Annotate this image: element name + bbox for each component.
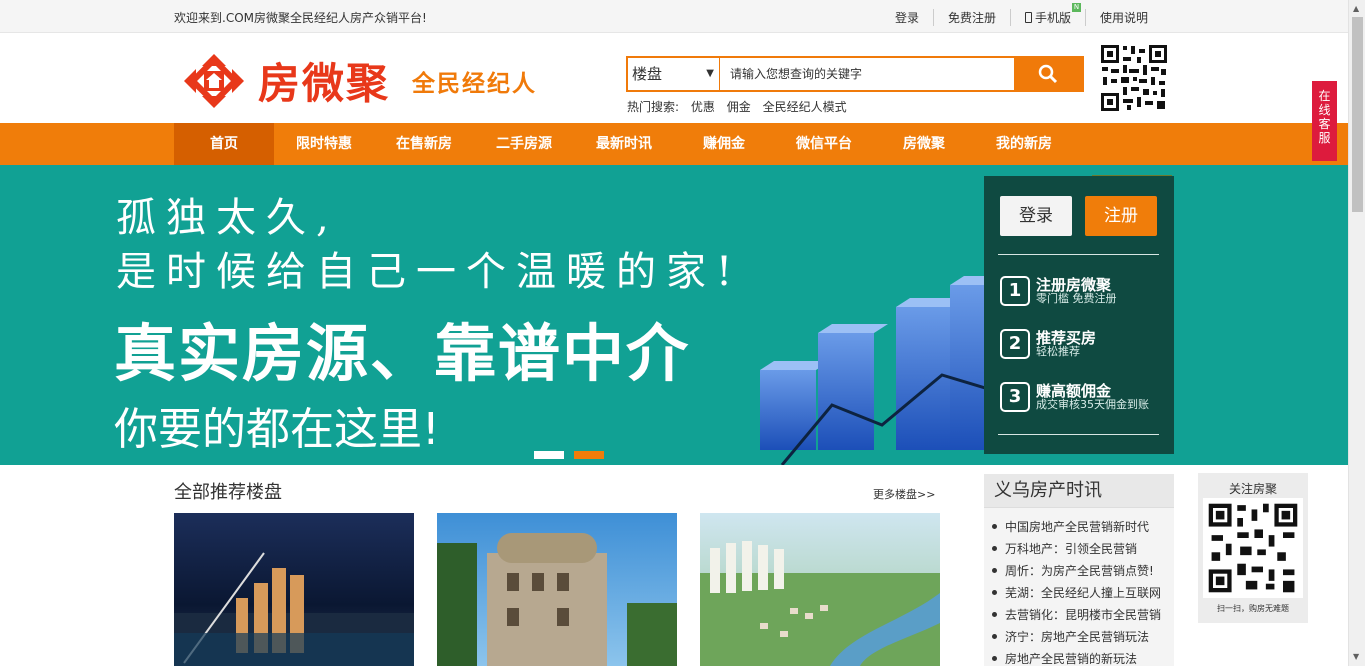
news-item[interactable]: 济宁：房地产全民营销玩法 <box>992 626 1174 648</box>
news-item[interactable]: 房地产全民营销的新玩法 <box>992 648 1174 670</box>
logo-subtitle: 全民经纪人 <box>412 70 538 97</box>
banner-tagline: 你要的都在这里! <box>114 404 440 455</box>
online-service-button[interactable]: 在线客服 <box>1312 81 1337 161</box>
main-nav: 首页 限时特惠 在售新房 二手房源 最新时讯 赚佣金 微信平台 房微聚 我的新房 <box>0 123 1348 165</box>
search-bar: 楼盘 ▼ 请输入您想查询的关键字 <box>626 56 1084 92</box>
page-scrollbar[interactable]: ▲ ▼ <box>1348 0 1365 666</box>
search-button[interactable] <box>1014 58 1082 90</box>
aerial-community-image-icon <box>700 541 940 666</box>
hot-term[interactable]: 佣金 <box>727 100 751 114</box>
help-link[interactable]: 使用说明 <box>1084 9 1162 26</box>
top-links: 登录 免费注册 手机版 N 使用说明 <box>881 3 1162 26</box>
news-item[interactable]: 中国房地产全民营销新时代 <box>992 516 1174 538</box>
news-title: 义乌房产时讯 <box>984 474 1174 508</box>
listing-card-2[interactable] <box>437 513 677 666</box>
login-link[interactable]: 登录 <box>881 9 933 26</box>
step-number: 3 <box>1000 382 1030 412</box>
step-subtitle: 成交审核35天佣金到账 <box>1036 398 1149 411</box>
phone-icon <box>1024 12 1032 23</box>
nav-my-homes[interactable]: 我的新房 <box>974 123 1074 165</box>
step-subtitle: 轻松推荐 <box>1036 345 1080 358</box>
register-link[interactable]: 免费注册 <box>932 9 1010 26</box>
hot-search: 热门搜索: 优惠 佣金 全民经纪人模式 <box>627 98 855 115</box>
scroll-up-icon[interactable]: ▲ <box>1353 4 1359 13</box>
dropdown-arrow-icon: ▼ <box>706 68 714 79</box>
scrollbar-thumb[interactable] <box>1352 17 1363 212</box>
nav-wechat[interactable]: 微信平台 <box>774 123 874 165</box>
scroll-down-icon[interactable]: ▼ <box>1353 652 1359 661</box>
section-title: 全部推荐楼盘 <box>174 482 282 503</box>
nav-brand[interactable]: 房微聚 <box>874 123 974 165</box>
slide-dot-2[interactable] <box>574 451 604 459</box>
night-towers-image-icon <box>174 552 414 666</box>
search-category-select[interactable]: 楼盘 ▼ <box>628 58 720 90</box>
logo-mark-icon <box>184 53 244 108</box>
nav-new-homes[interactable]: 在售新房 <box>374 123 474 165</box>
follow-qr-code-icon <box>1203 498 1303 598</box>
news-item[interactable]: 周忻：为房产全民营销点赞! <box>992 560 1174 582</box>
logo-name: 房微聚 <box>258 59 391 108</box>
nav-news[interactable]: 最新时讯 <box>574 123 674 165</box>
search-category-value: 楼盘 <box>632 65 663 83</box>
login-panel: 登录 注册 1 注册房微聚 零门槛 免费注册 2 推荐买房 轻松推荐 3 赚高额… <box>984 176 1174 454</box>
nav-limited-offers[interactable]: 限时特惠 <box>274 123 374 165</box>
slide-dot-1[interactable] <box>534 451 564 459</box>
more-listings-link[interactable]: 更多楼盘>> <box>873 486 935 502</box>
top-bar: 欢迎来到.COM房微聚全民经纪人房产众销平台! 登录 免费注册 手机版 N 使用… <box>0 0 1348 33</box>
welcome-text: 欢迎来到.COM房微聚全民经纪人房产众销平台! <box>174 11 427 25</box>
banner-line-2: 是时候给自己一个温暖的家! <box>116 249 743 295</box>
listing-card-3[interactable] <box>700 513 940 666</box>
hot-term[interactable]: 优惠 <box>691 100 715 114</box>
panel-login-button[interactable]: 登录 <box>1000 196 1072 236</box>
divider <box>998 434 1159 435</box>
step-subtitle: 零门槛 免费注册 <box>1036 292 1117 305</box>
listing-card-1[interactable] <box>174 513 414 666</box>
nav-resale[interactable]: 二手房源 <box>474 123 574 165</box>
news-item[interactable]: 芜湖：全民经纪人撞上互联网 <box>992 582 1174 604</box>
hot-term[interactable]: 全民经纪人模式 <box>763 100 847 114</box>
mobile-link[interactable]: 手机版 N <box>1009 3 1085 26</box>
follow-caption: 扫一扫，购房无难题 <box>1217 604 1289 613</box>
villa-building-image-icon <box>437 533 677 666</box>
banner-headline: 真实房源、靠谱中介 <box>114 317 691 390</box>
follow-title: 关注房聚 <box>1228 482 1277 496</box>
news-panel: 义乌房产时讯 中国房地产全民营销新时代 万科地产：引领全民营销 周忻：为房产全民… <box>984 474 1174 666</box>
banner-line-1: 孤独太久, <box>116 195 339 241</box>
site-logo[interactable]: 房微聚 全民经纪人 <box>182 50 537 111</box>
nav-earn-commission[interactable]: 赚佣金 <box>674 123 774 165</box>
search-icon <box>1038 64 1058 84</box>
search-input[interactable]: 请输入您想查询的关键字 <box>720 58 1014 90</box>
step-number: 2 <box>1000 329 1030 359</box>
mobile-label: 手机版 <box>1034 11 1071 25</box>
divider <box>998 254 1159 255</box>
header-qr-code-icon <box>1099 43 1169 113</box>
news-item[interactable]: 万科地产：引领全民营销 <box>992 538 1174 560</box>
step-number: 1 <box>1000 276 1030 306</box>
follow-panel: 关注房聚 扫一扫，购房无难题 <box>1198 473 1308 623</box>
news-list: 中国房地产全民营销新时代 万科地产：引领全民营销 周忻：为房产全民营销点赞! 芜… <box>984 516 1174 670</box>
hot-search-label: 热门搜索: <box>627 100 680 114</box>
new-badge: N <box>1071 3 1081 12</box>
nav-home[interactable]: 首页 <box>174 123 274 165</box>
news-item[interactable]: 去营销化：昆明楼市全民营销 <box>992 604 1174 626</box>
online-service-label: 在线客服 <box>1318 89 1331 145</box>
panel-register-button[interactable]: 注册 <box>1085 196 1157 236</box>
